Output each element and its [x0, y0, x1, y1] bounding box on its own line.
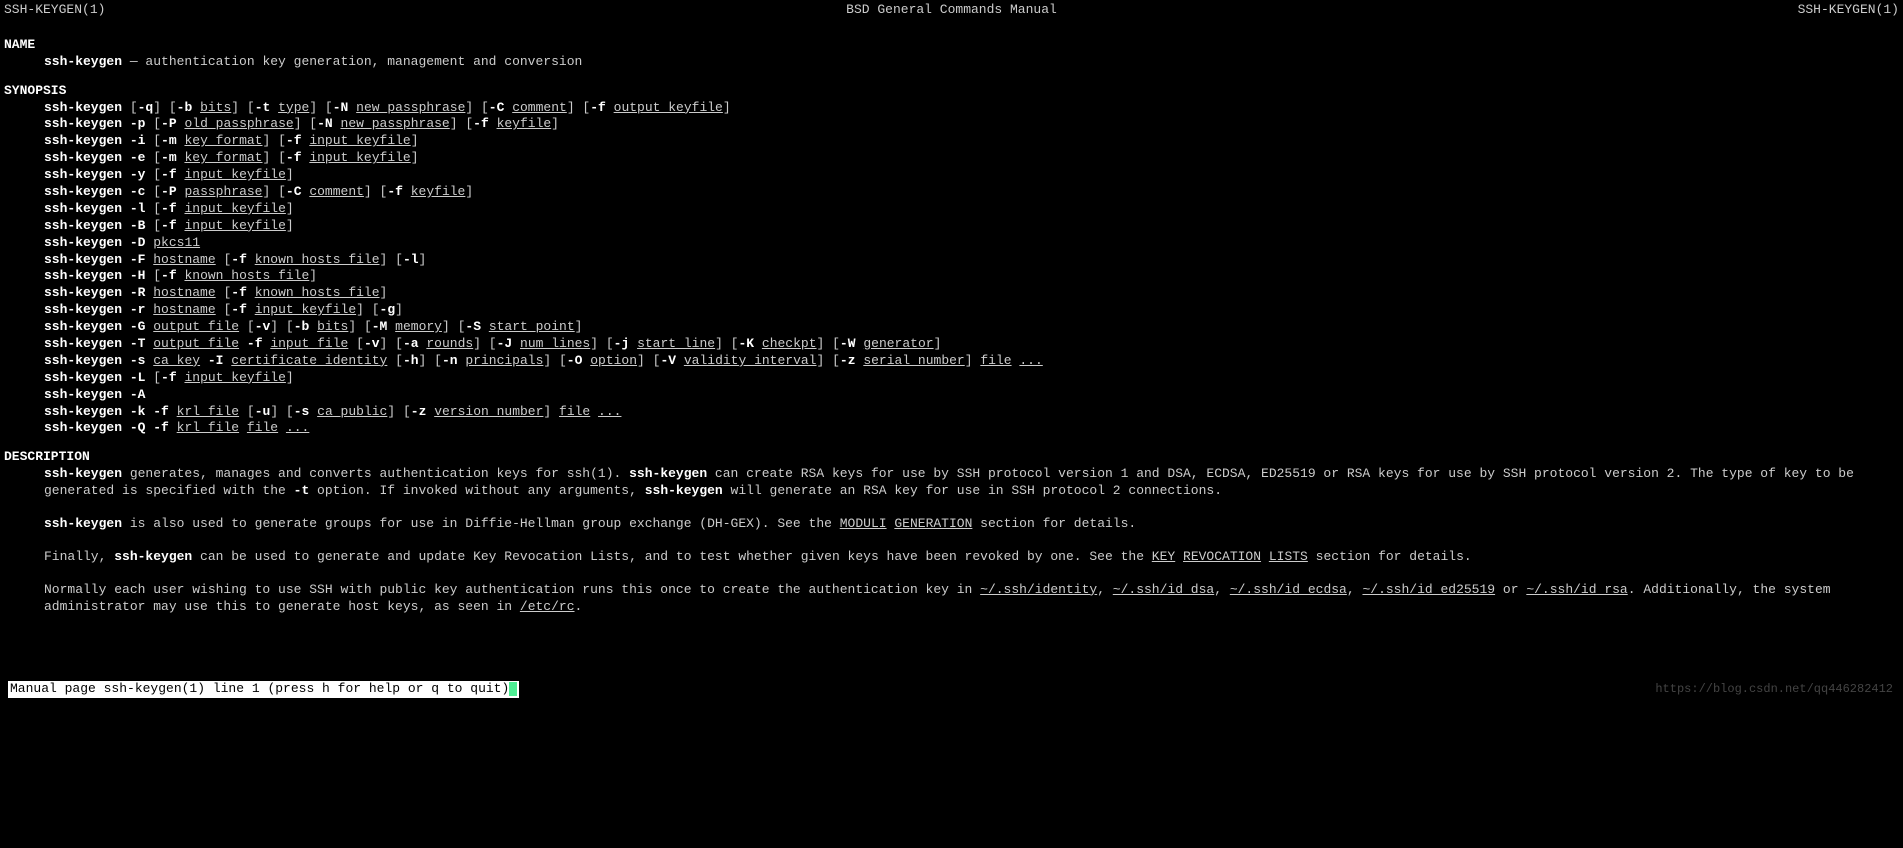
man-content: NAME ssh-keygen — authentication key gen… [0, 21, 1903, 620]
synopsis-line: ssh-keygen -Q -f krl_file file ... [4, 420, 1899, 437]
cursor-icon [509, 682, 517, 696]
synopsis-line: ssh-keygen -l [-f input_keyfile] [4, 201, 1899, 218]
man-header: SSH-KEYGEN(1) BSD General Commands Manua… [0, 0, 1903, 21]
synopsis-line: ssh-keygen -B [-f input_keyfile] [4, 218, 1899, 235]
synopsis-line: ssh-keygen -R hostname [-f known_hosts_f… [4, 285, 1899, 302]
name-desc: — authentication key generation, managem… [122, 54, 582, 69]
description-para-1: ssh-keygen generates, manages and conver… [4, 466, 1899, 500]
description-para-3: Finally, ssh-keygen can be used to gener… [4, 549, 1899, 566]
section-synopsis-title: SYNOPSIS [4, 83, 1899, 100]
synopsis-line: ssh-keygen -s ca_key -I certificate_iden… [4, 353, 1899, 370]
section-description-title: DESCRIPTION [4, 449, 1899, 466]
synopsis-block: ssh-keygen [-q] [-b bits] [-t type] [-N … [4, 100, 1899, 438]
synopsis-line: ssh-keygen -G output_file [-v] [-b bits]… [4, 319, 1899, 336]
synopsis-line: ssh-keygen -y [-f input_keyfile] [4, 167, 1899, 184]
synopsis-line: ssh-keygen -i [-m key_format] [-f input_… [4, 133, 1899, 150]
synopsis-line: ssh-keygen -D pkcs11 [4, 235, 1899, 252]
header-right: SSH-KEYGEN(1) [1798, 2, 1899, 19]
synopsis-line: ssh-keygen -H [-f known_hosts_file] [4, 268, 1899, 285]
header-center: BSD General Commands Manual [846, 2, 1057, 19]
section-name-title: NAME [4, 37, 1899, 54]
watermark: https://blog.csdn.net/qq446282412 [1655, 682, 1893, 698]
synopsis-line: ssh-keygen -k -f krl_file [-u] [-s ca_pu… [4, 404, 1899, 421]
synopsis-line: ssh-keygen -L [-f input_keyfile] [4, 370, 1899, 387]
synopsis-line: ssh-keygen -c [-P passphrase] [-C commen… [4, 184, 1899, 201]
synopsis-line: ssh-keygen -F hostname [-f known_hosts_f… [4, 252, 1899, 269]
name-cmd: ssh-keygen [44, 54, 122, 69]
pager-status[interactable]: Manual page ssh-keygen(1) line 1 (press … [8, 681, 519, 698]
synopsis-line: ssh-keygen -r hostname [-f input_keyfile… [4, 302, 1899, 319]
synopsis-line: ssh-keygen [-q] [-b bits] [-t type] [-N … [4, 100, 1899, 117]
description-para-2: ssh-keygen is also used to generate grou… [4, 516, 1899, 533]
header-left: SSH-KEYGEN(1) [4, 2, 105, 19]
synopsis-line: ssh-keygen -p [-P old_passphrase] [-N ne… [4, 116, 1899, 133]
synopsis-line: ssh-keygen -e [-m key_format] [-f input_… [4, 150, 1899, 167]
synopsis-line: ssh-keygen -T output_file -f input_file … [4, 336, 1899, 353]
description-para-4: Normally each user wishing to use SSH wi… [4, 582, 1899, 616]
name-line: ssh-keygen — authentication key generati… [4, 54, 1899, 71]
synopsis-line: ssh-keygen -A [4, 387, 1899, 404]
